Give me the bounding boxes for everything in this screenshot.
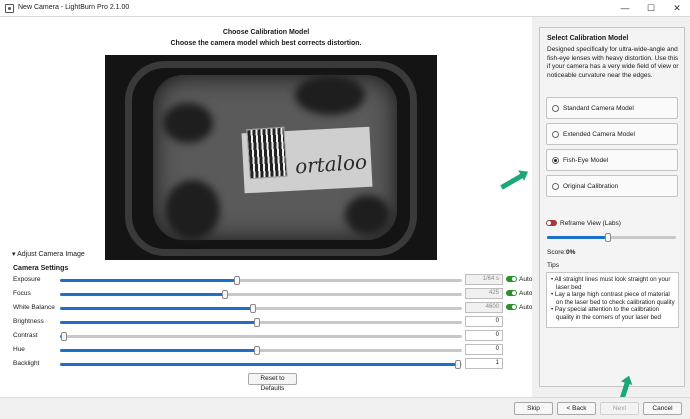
slider-handle[interactable] <box>249 304 256 313</box>
title-bar: New Camera - LightBurn Pro 2.1.00 — ☐ ✕ <box>0 0 690 17</box>
auto-label: Auto <box>519 276 533 283</box>
tips-box: • All straight lines must look straight … <box>546 272 679 328</box>
camera-preview: ortaloo <box>105 55 437 260</box>
model-option-standard[interactable]: Standard Camera Model <box>546 97 678 119</box>
camera-setting-row: Exposure 1/64 s Auto <box>13 274 533 286</box>
setting-slider[interactable] <box>60 360 462 369</box>
back-button[interactable]: < Back <box>557 402 596 415</box>
model-description: Designed specifically for ultra-wide-ang… <box>547 46 679 79</box>
slider-fill <box>547 236 608 239</box>
setting-value-field[interactable]: 4600 <box>465 302 503 313</box>
model-option-label: Fish-Eye Model <box>563 157 609 164</box>
camera-settings-title: Camera Settings <box>13 265 69 272</box>
page-title: Choose Calibration Model <box>222 29 310 36</box>
setting-label: Focus <box>13 290 31 297</box>
radio-button-selected[interactable] <box>552 157 559 164</box>
window-title: New Camera - LightBurn Pro 2.1.00 <box>18 4 130 11</box>
slider-handle[interactable] <box>233 276 240 285</box>
close-window-button[interactable]: ✕ <box>664 0 690 17</box>
slider-handle[interactable] <box>253 318 260 327</box>
slider-fill <box>60 349 257 352</box>
camera-setting-row: Contrast 0 <box>13 330 533 342</box>
setting-label: White Balance <box>13 304 55 311</box>
sidebar-title: Select Calibration Model <box>547 35 629 42</box>
setting-slider[interactable] <box>60 332 462 341</box>
radio-button[interactable] <box>552 183 559 190</box>
tip-item: • Pay special attention to the calibrati… <box>551 306 661 321</box>
page-subtitle: Choose the camera model which best corre… <box>170 40 362 47</box>
setting-value-field[interactable]: 1/64 s <box>465 274 503 285</box>
camera-setting-row: Brightness 0 <box>13 316 533 328</box>
cancel-button[interactable]: Cancel <box>643 402 682 415</box>
slider-handle[interactable] <box>604 233 611 242</box>
setting-value-field[interactable]: 1 <box>465 358 503 369</box>
model-option-label: Extended Camera Model <box>563 131 635 138</box>
reframe-view-label: Reframe View (Labs) <box>560 220 621 227</box>
camera-setting-row: White Balance 4600 Auto <box>13 302 533 314</box>
chevron-down-icon: ▾ <box>12 251 16 258</box>
camera-setting-row: Hue 0 <box>13 344 533 356</box>
auto-toggle[interactable] <box>506 304 517 310</box>
slider-fill <box>60 363 458 366</box>
setting-slider[interactable] <box>60 290 462 299</box>
setting-slider[interactable] <box>60 318 462 327</box>
main-panel: Choose Calibration Model Choose the came… <box>0 17 532 397</box>
setting-slider[interactable] <box>60 276 462 285</box>
slider-fill <box>60 321 257 324</box>
slider-handle[interactable] <box>221 290 228 299</box>
slider-fill <box>60 279 237 282</box>
slider-fill <box>60 307 253 310</box>
setting-label: Exposure <box>13 276 41 283</box>
setting-label: Hue <box>13 346 25 353</box>
minimize-button[interactable]: — <box>612 0 638 17</box>
slider-handle[interactable] <box>253 346 260 355</box>
next-button[interactable]: Next <box>600 402 639 415</box>
setting-value-field[interactable]: 0 <box>465 344 503 355</box>
skip-button[interactable]: Skip <box>514 402 553 415</box>
dialog-footer: Skip < Back Next Cancel <box>0 397 690 419</box>
setting-label: Brightness <box>13 318 44 325</box>
auto-toggle[interactable] <box>506 276 517 282</box>
slider-fill <box>60 293 225 296</box>
slider-handle[interactable] <box>454 360 461 369</box>
setting-slider[interactable] <box>60 346 462 355</box>
tip-item: • All straight lines must look straight … <box>551 276 671 291</box>
model-option-label: Original Calibration <box>563 183 619 190</box>
adjust-camera-toggle[interactable]: ▾ Adjust Camera Image <box>12 250 85 258</box>
radio-button[interactable] <box>552 105 559 112</box>
score-label: Score: <box>547 249 566 256</box>
camera-frame <box>125 61 417 256</box>
reframe-view-toggle[interactable] <box>546 220 557 226</box>
camera-app-icon <box>5 4 14 13</box>
auto-toggle[interactable] <box>506 290 517 296</box>
setting-label: Backlight <box>13 360 40 367</box>
auto-label: Auto <box>519 304 533 311</box>
setting-value-field[interactable]: 425 <box>465 288 503 299</box>
maximize-button[interactable]: ☐ <box>638 0 664 17</box>
reframe-slider[interactable] <box>547 233 676 242</box>
radio-button[interactable] <box>552 131 559 138</box>
tips-label: Tips <box>547 262 560 269</box>
setting-value-field[interactable]: 0 <box>465 330 503 341</box>
auto-label: Auto <box>519 290 533 297</box>
setting-slider[interactable] <box>60 304 462 313</box>
camera-setting-row: Focus 425 Auto <box>13 288 533 300</box>
annotation-arrow <box>500 172 526 190</box>
tip-item: • Lay a large high contrast piece of mat… <box>551 291 675 306</box>
calibration-model-panel: Select Calibration Model Designed specif… <box>539 27 685 387</box>
sidebar: Select Calibration Model Designed specif… <box>532 17 690 397</box>
model-option-label: Standard Camera Model <box>563 105 634 112</box>
slider-handle[interactable] <box>61 332 68 341</box>
score-value: 0% <box>566 249 576 256</box>
model-option-extended[interactable]: Extended Camera Model <box>546 123 678 145</box>
camera-setting-row: Backlight 1 <box>13 358 533 370</box>
setting-label: Contrast <box>13 332 38 339</box>
reset-defaults-button[interactable]: Reset to Defaults <box>248 373 297 392</box>
setting-value-field[interactable]: 0 <box>465 316 503 327</box>
adjust-camera-label: Adjust Camera Image <box>17 251 85 258</box>
model-option-fisheye[interactable]: Fish-Eye Model <box>546 149 678 171</box>
model-option-original[interactable]: Original Calibration <box>546 175 678 197</box>
